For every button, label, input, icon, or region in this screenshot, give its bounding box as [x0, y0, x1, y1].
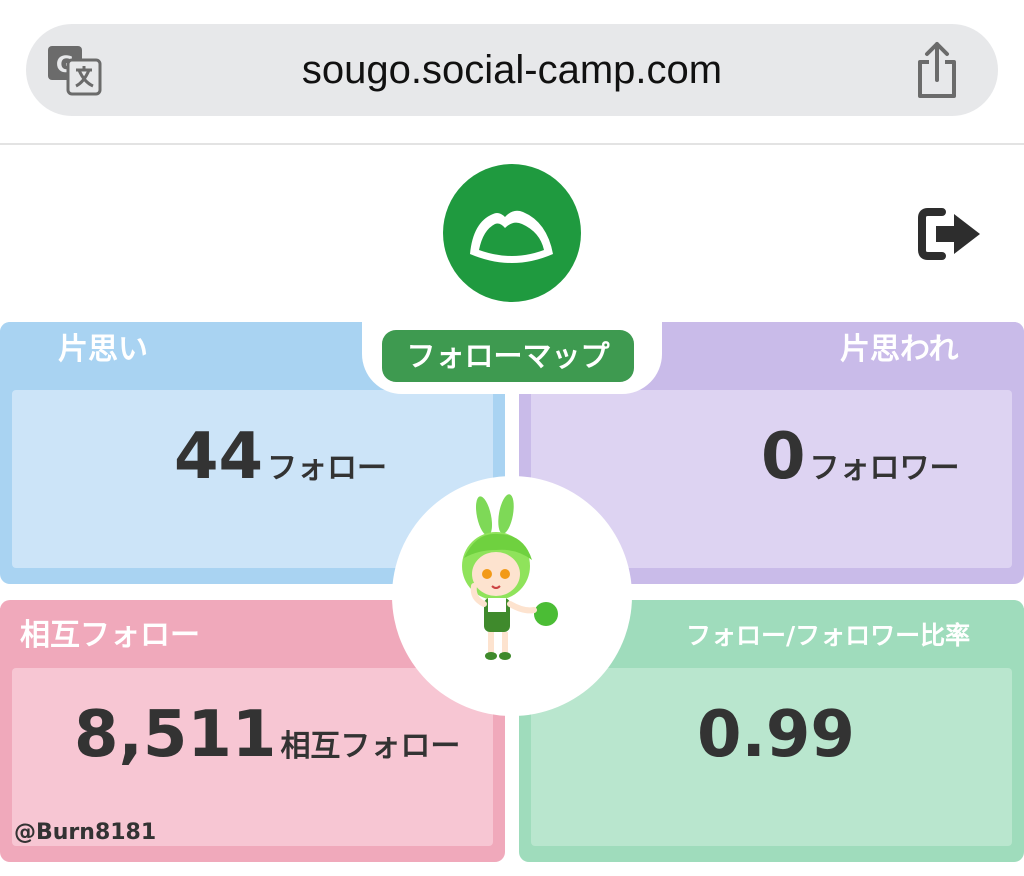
divider [0, 143, 1024, 145]
follower-count: 0 フォロワー [761, 420, 960, 494]
count-value: 44 [174, 420, 264, 494]
address-bar[interactable]: sougo.social-camp.com [26, 24, 998, 116]
count-unit: フォロー [267, 451, 388, 486]
mutual-count: 8,511 相互フォロー [74, 698, 460, 772]
card-label: フォロー/フォロワー比率 [656, 608, 1024, 664]
count-unit: フォロワー [809, 451, 960, 486]
count-unit: 相互フォロー [280, 729, 461, 764]
logout-icon[interactable] [918, 206, 982, 262]
mascot-illustration [462, 494, 558, 660]
count-value: 8,511 [74, 698, 277, 772]
watermark-credit: @Burn8181 [14, 820, 157, 845]
card-label: 相互フォロー [0, 608, 246, 664]
share-icon[interactable] [912, 40, 962, 100]
card-label: 片思われ [808, 322, 1024, 378]
url-text[interactable]: sougo.social-camp.com [26, 24, 998, 116]
count-value: 0 [761, 420, 806, 494]
follow-map-title: フォローマップ [382, 330, 634, 382]
follow-count: 44 フォロー [174, 420, 387, 494]
mountain-logo-icon[interactable] [443, 164, 581, 302]
ratio-value: 0.99 [697, 698, 855, 772]
translate-icon[interactable]: G [46, 42, 102, 98]
count-value: 0.99 [697, 698, 855, 772]
card-label: 片思い [0, 322, 216, 378]
